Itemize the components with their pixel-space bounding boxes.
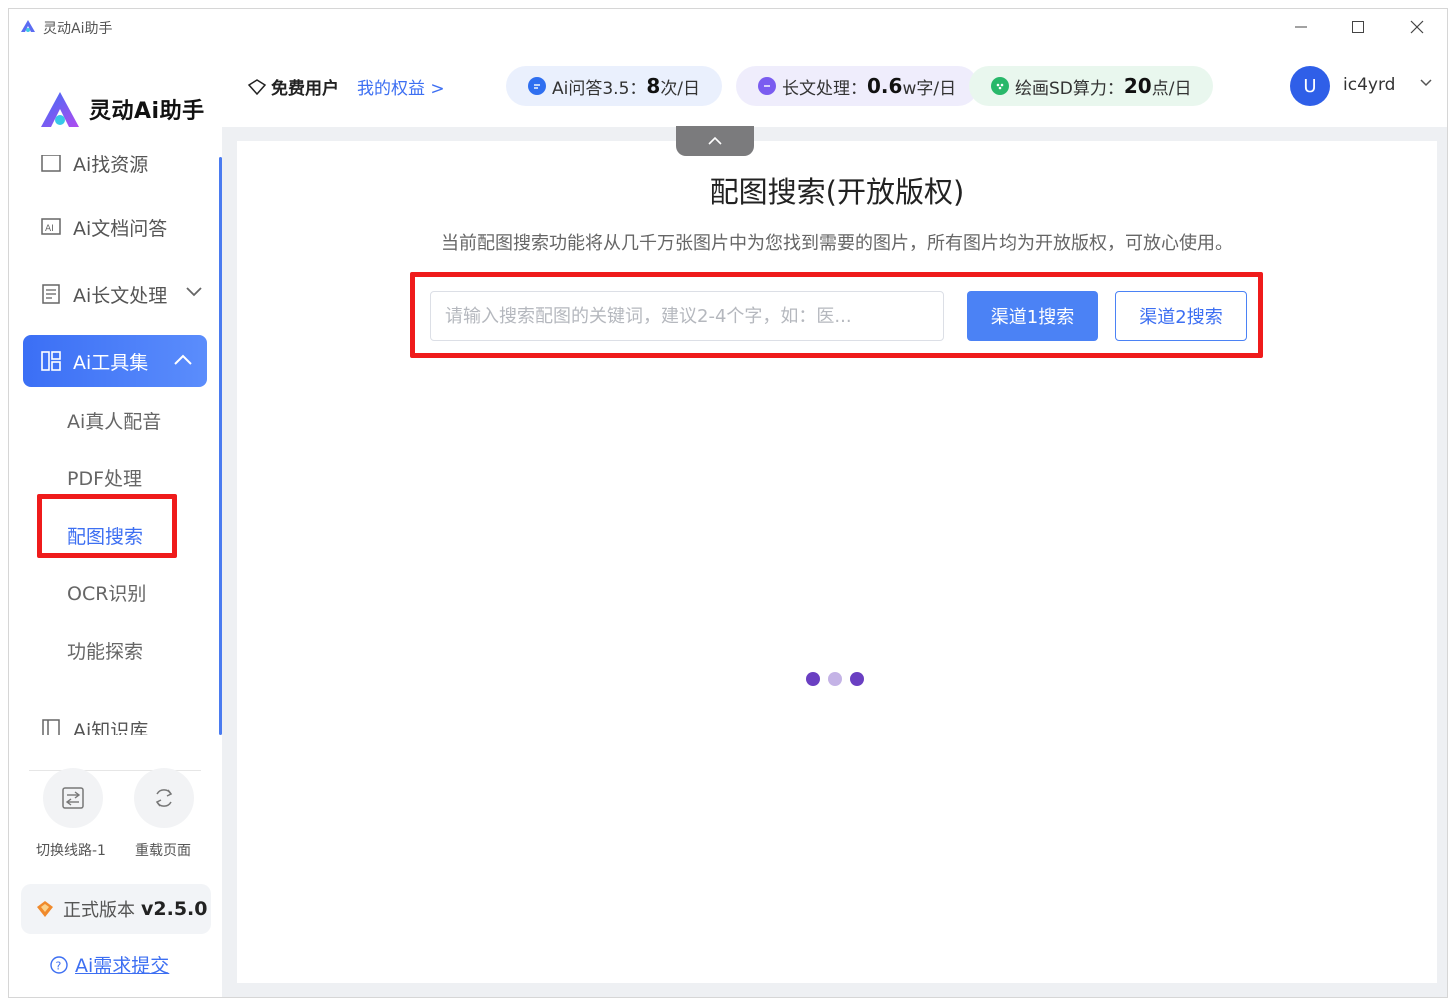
minimize-button[interactable] xyxy=(1286,15,1316,39)
sidebar-item-label: Ai工具集 xyxy=(73,351,149,374)
chevron-up-icon xyxy=(708,136,722,145)
chevron-up-icon xyxy=(174,354,192,365)
quota-long-text: 长文处理： 0.6 w字/日 xyxy=(736,66,979,106)
knowledge-book-icon xyxy=(39,717,63,735)
sidebar-item-partial[interactable]: Ai找资源 xyxy=(23,155,207,189)
user-type: 免费用户 xyxy=(247,74,339,99)
quota-unit: 次/日 xyxy=(660,78,701,99)
quota-label: Ai问答3.5： xyxy=(552,78,647,99)
highlight-box-search xyxy=(410,272,1263,358)
sidebar-item-knowledge[interactable]: Ai知识库 xyxy=(23,703,207,735)
sub-item-voice[interactable]: Ai真人配音 xyxy=(67,407,161,434)
diamond-icon xyxy=(37,901,53,917)
switch-route-button[interactable] xyxy=(43,768,103,828)
content-panel xyxy=(237,141,1437,983)
chat-bubble-icon xyxy=(528,77,546,95)
sidebar-item-label: Ai知识库 xyxy=(73,719,149,736)
search-resource-icon xyxy=(39,155,63,175)
text-bubble-icon xyxy=(758,77,776,95)
toolkit-grid-icon xyxy=(39,349,63,373)
page-title: 配图搜索(开放版权) xyxy=(709,175,965,209)
loading-dot xyxy=(850,672,864,686)
quota-label: 长文处理： xyxy=(782,78,867,99)
quota-value: 0.6 xyxy=(867,74,903,98)
loading-indicator xyxy=(806,672,864,686)
reload-button[interactable] xyxy=(134,768,194,828)
avatar[interactable]: U xyxy=(1290,66,1330,106)
chevron-down-icon[interactable] xyxy=(1419,78,1433,88)
app-window: 灵动Ai助手 灵动Ai助手 Ai找资源 AI Ai文档问答 Ai长文处理 Ai工… xyxy=(8,8,1448,998)
close-button[interactable] xyxy=(1402,15,1432,39)
reload-icon xyxy=(155,789,173,807)
version-number: v2.5.0 xyxy=(141,898,208,920)
sidebar-item-label: Ai文档问答 xyxy=(73,217,168,240)
version-badge: 正式版本 v2.5.0 xyxy=(21,884,211,934)
feedback-label: Ai需求提交 xyxy=(75,955,170,977)
quota-value: 8 xyxy=(646,74,661,98)
close-icon xyxy=(1410,20,1424,34)
help-circle-icon: ? xyxy=(50,955,68,974)
username[interactable]: ic4yrd xyxy=(1343,75,1395,95)
window-title: 灵动Ai助手 xyxy=(43,21,113,37)
diamond-outline-icon xyxy=(247,78,267,95)
sidebar-item-toolkit[interactable]: Ai工具集 xyxy=(23,335,207,387)
quota-ai-qa: Ai问答3.5： 8 次/日 xyxy=(506,66,723,106)
chevron-down-icon xyxy=(186,287,202,297)
feedback-link[interactable]: ? Ai需求提交 xyxy=(49,951,169,978)
collapse-header-button[interactable] xyxy=(676,126,754,156)
sidebar-item-doc-qa[interactable]: AI Ai文档问答 xyxy=(23,201,207,253)
quota-unit: w字/日 xyxy=(902,78,957,99)
sidebar-item-long-text[interactable]: Ai长文处理 xyxy=(23,268,207,320)
quota-drawing: 绘画SD算力： 20 点/日 xyxy=(969,66,1214,106)
sidebar-item-label: Ai找资源 xyxy=(73,155,149,176)
brand: 灵动Ai助手 xyxy=(39,89,205,129)
reload-label: 重载页面 xyxy=(135,843,191,859)
svg-text:AI: AI xyxy=(45,224,54,234)
top-header: 免费用户 我的权益 > Ai问答3.5： 8 次/日 长文处理： 0.6 w字/… xyxy=(222,45,1447,127)
version-label: 正式版本 xyxy=(63,900,135,921)
sub-item-pdf[interactable]: PDF处理 xyxy=(67,464,142,491)
palette-icon xyxy=(991,77,1009,95)
switch-route-label: 切换线路-1 xyxy=(36,843,106,859)
maximize-button[interactable] xyxy=(1343,15,1373,39)
sidebar-item-label: Ai长文处理 xyxy=(73,284,168,307)
brand-logo-icon xyxy=(41,92,79,127)
my-rights-link[interactable]: 我的权益 > xyxy=(357,74,445,99)
loading-dot xyxy=(828,672,842,686)
switch-route-icon xyxy=(62,787,84,809)
brand-name: 灵动Ai助手 xyxy=(89,99,205,124)
sidebar: 灵动Ai助手 Ai找资源 AI Ai文档问答 Ai长文处理 Ai工具集 Ai真人… xyxy=(9,45,222,997)
loading-dot xyxy=(806,672,820,686)
title-bar: 灵动Ai助手 xyxy=(9,9,1447,45)
sub-item-explore[interactable]: 功能探索 xyxy=(67,637,143,664)
minimize-icon xyxy=(1295,26,1307,28)
maximize-icon xyxy=(1352,21,1364,33)
quota-unit: 点/日 xyxy=(1151,78,1192,99)
sub-item-ocr[interactable]: OCR识别 xyxy=(67,579,146,606)
highlight-box-sidebar xyxy=(37,494,177,558)
app-logo-icon xyxy=(21,20,35,32)
page-description: 当前配图搜索功能将从几千万张图片中为您找到需要的图片，所有图片均为开放版权，可放… xyxy=(441,233,1233,254)
svg-text:?: ? xyxy=(56,959,62,972)
quota-value: 20 xyxy=(1123,74,1152,98)
long-text-icon xyxy=(39,282,63,306)
quota-label: 绘画SD算力： xyxy=(1015,78,1124,99)
ai-document-icon: AI xyxy=(39,215,63,239)
sidebar-nav: Ai找资源 AI Ai文档问答 Ai长文处理 Ai工具集 Ai真人配音 PDF处… xyxy=(9,155,222,735)
user-type-label: 免费用户 xyxy=(271,79,339,99)
